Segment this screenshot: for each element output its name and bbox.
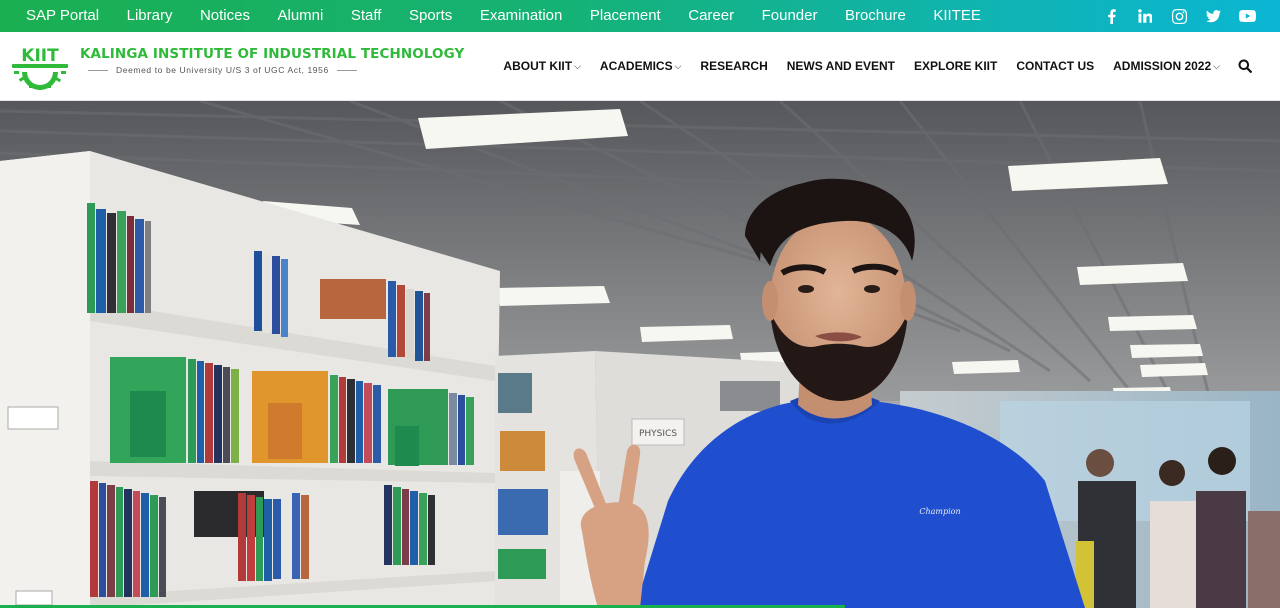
chevron-down-icon: ⌵ (1213, 60, 1220, 71)
nav-label: CONTACT US (1016, 59, 1095, 73)
instagram-icon[interactable] (1162, 0, 1196, 32)
chevron-down-icon: ⌵ (574, 60, 581, 71)
institute-name: KALINGA INSTITUTE OF INDUSTRIAL TECHNOLO… (80, 46, 465, 62)
shelf-label: PHYSICS (639, 429, 677, 439)
tagline-text: Deemed to be University U/S 3 of UGC Act… (116, 65, 329, 75)
hero-image: PHYSICS Champion (0, 101, 1280, 608)
search-icon[interactable] (1238, 59, 1252, 73)
top-links: SAP Portal Library Notices Alumni Staff … (18, 0, 1000, 32)
chevron-down-icon: ⌵ (674, 60, 682, 71)
nav-label: ADMISSION 2022 (1113, 59, 1212, 73)
nav-label: EXPLORE KIIT (914, 59, 998, 73)
nav-label: ACADEMICS (599, 59, 673, 73)
kiit-gear-emblem-icon: KIIT (12, 46, 68, 90)
nav-academics[interactable]: ACADEMICS ⌵ (600, 59, 682, 73)
logo-text: KALINGA INSTITUTE OF INDUSTRIAL TECHNOLO… (80, 46, 464, 75)
top-link-library[interactable]: Library (119, 0, 173, 32)
hero-banner: PHYSICS Champion (0, 101, 1280, 608)
top-link-career[interactable]: Career (680, 0, 734, 32)
nav-research[interactable]: RESEARCH (700, 59, 767, 73)
nav-label: NEWS AND EVENT (786, 59, 895, 73)
nav-admission-2022[interactable]: ADMISSION 2022 ⌵ (1113, 59, 1220, 73)
top-link-notices[interactable]: Notices (192, 0, 250, 32)
nav-contact-us[interactable]: CONTACT US (1016, 59, 1094, 73)
social-links (1094, 0, 1264, 32)
nav-about-kiit[interactable]: ABOUT KIIT ⌵ (503, 59, 581, 73)
site-header: KIIT KALINGA INSTITUTE OF INDUSTRIAL TEC… (0, 32, 1280, 101)
linkedin-icon[interactable] (1128, 0, 1162, 32)
main-nav: ABOUT KIIT ⌵ ACADEMICS ⌵ RESEARCH NEWS AND… (484, 32, 1252, 100)
top-link-placement[interactable]: Placement (582, 0, 661, 32)
top-link-founder[interactable]: Founder (754, 0, 818, 32)
top-link-sports[interactable]: Sports (401, 0, 452, 32)
top-link-sap-portal[interactable]: SAP Portal (18, 0, 99, 32)
divider (336, 69, 357, 71)
youtube-icon[interactable] (1230, 0, 1264, 32)
top-link-staff[interactable]: Staff (343, 0, 382, 32)
facebook-icon[interactable] (1094, 0, 1128, 32)
top-link-examination[interactable]: Examination (472, 0, 563, 32)
logo-mark-text: KIIT (21, 46, 59, 66)
top-link-brochure[interactable]: Brochure (837, 0, 906, 32)
nav-news-and-event[interactable]: NEWS AND EVENT (787, 59, 895, 73)
institute-tagline: Deemed to be University U/S 3 of UGC Act… (80, 65, 464, 75)
top-link-alumni[interactable]: Alumni (270, 0, 324, 32)
nav-explore-kiit[interactable]: EXPLORE KIIT (914, 59, 997, 73)
divider (88, 69, 108, 71)
kiit-logo[interactable]: KIIT KALINGA INSTITUTE OF INDUSTRIAL TEC… (8, 42, 464, 90)
nav-label: ABOUT KIIT (503, 59, 573, 73)
twitter-icon[interactable] (1196, 0, 1230, 32)
top-link-kiitee[interactable]: KIITEE (925, 0, 981, 32)
nav-label: RESEARCH (700, 59, 768, 73)
shirt-logo: Champion (919, 507, 960, 516)
top-utility-bar: SAP Portal Library Notices Alumni Staff … (0, 0, 1280, 32)
